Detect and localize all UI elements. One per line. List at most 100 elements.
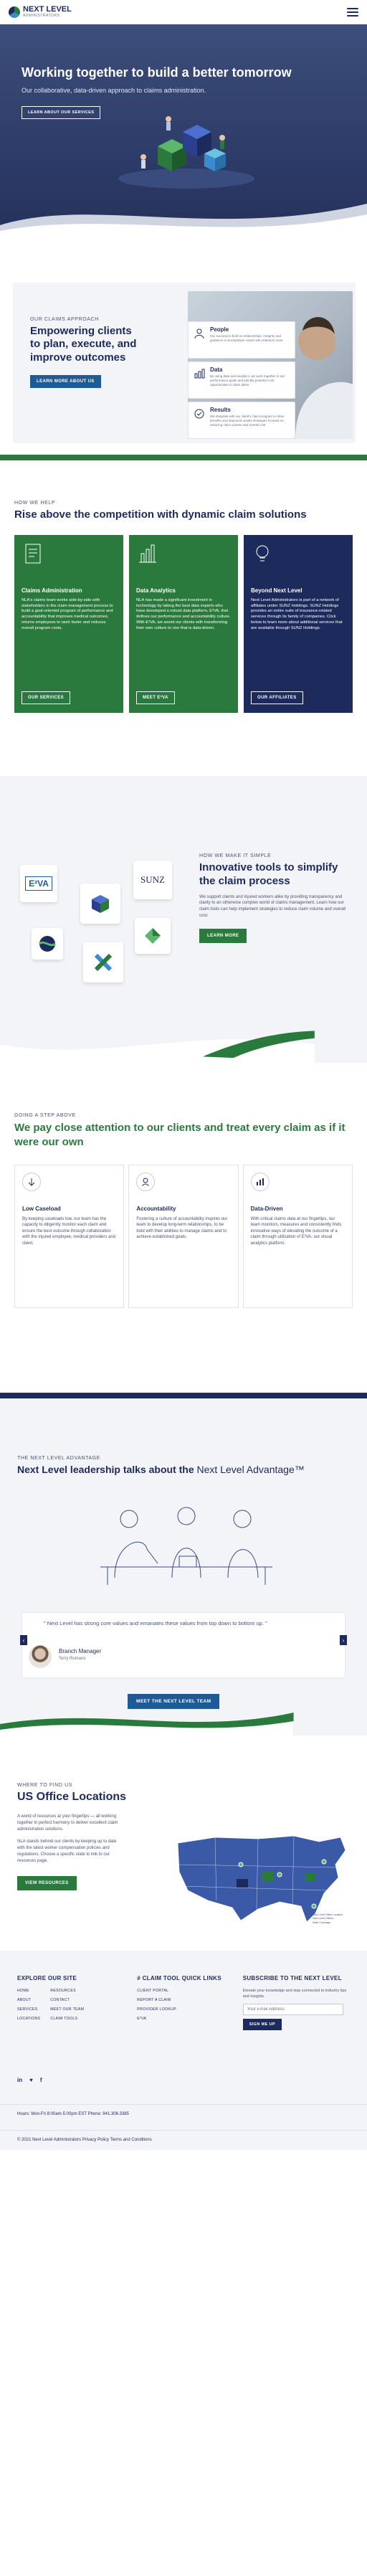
hero-subtitle: Our collaborative, data-driven approach … [22,86,206,94]
accountability-card: Accountability Fostering a culture of ac… [128,1165,239,1308]
approach-item-text: By using data and analytics, we work tog… [210,374,285,387]
sunz-tool-tile[interactable]: SUNZ [133,861,172,899]
meet-e2va-button[interactable]: MEET E²VA [136,691,175,704]
approach-item-title: Data [210,366,223,373]
testimonial-next-arrow[interactable]: › [340,1635,347,1645]
approach-item-text: We integrate with our client's claim pro… [210,415,285,427]
business-hours: Hours: Mon-Fri 8:00am-5:00pm EST Phone: … [0,2104,367,2123]
facebook-icon[interactable]: f [40,2077,42,2083]
avatar [29,1645,52,1668]
hero-section: Working together to build a better tomor… [0,24,367,240]
tools-wave [0,1031,315,1063]
data-analytics-card: Data Analytics NLA has made a significan… [129,534,238,713]
data-driven-card: Data-Driven With critical claims data at… [242,1165,353,1308]
footer-explore: EXPLORE OUR SITE HOME ABOUT SERVICES LOC… [17,1975,124,2030]
footer-link-claim-tools[interactable]: CLAIM TOOLS [50,2017,84,2021]
attention-eyebrow: GOING A STEP ABOVE [14,1113,76,1118]
how-we-help-section: HOW WE HELP Rise above the competition w… [0,460,367,776]
cube-tool-tile[interactable] [80,884,120,924]
cube-icon [92,895,109,913]
card-text: Fostering a culture of accountability in… [136,1217,228,1240]
logo-subtitle: ADMINISTRATORS [23,14,60,18]
card-title: Beyond Next Level [251,587,302,594]
sunz-logo: SUNZ [140,874,165,885]
our-affiliates-button[interactable]: OUR AFFILIATES [251,691,303,704]
footer-link-about[interactable]: ABOUT [17,1998,40,2002]
people-icon [194,328,204,339]
our-services-button[interactable]: OUR SERVICES [22,691,71,704]
social-links: in ♥ f [17,2077,42,2083]
beyond-next-level-card: Beyond Next Level Next Level Administrat… [244,534,353,713]
x-tool-tile[interactable] [83,942,123,982]
card-text: Next Level Administrators is part of a n… [251,597,343,630]
learn-more-about-us-button[interactable]: LEARN MORE ABOUT US [30,374,101,388]
diamond-icon [145,928,161,944]
approach-section: OUR CLAIMS APPROACH Empowering clients t… [0,240,367,455]
sign-up-button[interactable]: SIGN ME UP [242,2019,282,2031]
e2va-logo: E²VA [25,876,52,891]
approach-eyebrow: OUR CLAIMS APPROACH [30,317,99,322]
footer-link-home[interactable]: HOME [17,1989,40,1993]
footer-link-report-claim[interactable]: REPORT A CLAIM [137,1998,229,2002]
offices-text-2: NLA stands behind our clients by keeping… [17,1839,117,1863]
caseload-icon [22,1173,41,1191]
hamburger-menu-icon[interactable] [347,7,358,16]
footer-link-locations[interactable]: LOCATIONS [17,2017,40,2021]
accountability-icon [136,1173,156,1191]
testimonial-prev-arrow[interactable]: ‹ [20,1635,27,1645]
footer-link-client-portal[interactable]: CLIENT PORTAL [137,1989,229,1993]
approach-item-text: Our success is built on relationships. I… [210,334,284,343]
map-legend: Next Level Office Location Next Level Of… [313,1913,343,1924]
copyright: © 2021 Next Level Administrators Privacy… [0,2130,367,2150]
diamond-tool-tile[interactable] [135,918,171,954]
approach-title: Empowering clients to plan, execute, and… [30,325,137,364]
e2va-tool-tile[interactable]: E²VA [20,865,57,902]
card-text: NLA's claims team works side-by-side wit… [22,597,113,630]
heart-icon[interactable]: ♥ [29,2077,33,2083]
footer-link-contact[interactable]: CONTACT [50,1998,84,2002]
x-mark-icon [94,953,113,972]
leadership-title: Next Level leadership talks about the Ne… [17,1464,305,1475]
hero-title: Working together to build a better tomor… [22,65,292,80]
testimonial-person-title: Branch Manager [59,1648,102,1654]
approach-item-title: People [210,326,229,333]
footer-link-team[interactable]: MEET OUR TEAM [50,2007,84,2012]
footer-link-resources[interactable]: RESOURCES [50,1989,84,1993]
globe-icon [38,936,57,952]
step-above-section: GOING A STEP ABOVE We pay close attentio… [0,1063,367,1393]
globe-tool-tile[interactable] [32,928,63,960]
learn-services-button[interactable]: LEARN ABOUT OUR SERVICES [22,105,101,119]
leadership-eyebrow: THE NEXT LEVEL ADVANTAGE [17,1456,101,1461]
tools-eyebrow: HOW WE MAKE IT SIMPLE [199,853,272,858]
office-locations-section: WHERE TO FIND US US Office Locations A w… [0,1736,367,1951]
data-driven-icon [250,1173,270,1191]
subscribe-text: Elevate your knowledge and stay connecte… [242,1989,347,1999]
card-text: NLA has made a significant investment in… [136,597,231,630]
view-resources-button[interactable]: VIEW RESOURCES [17,1876,77,1890]
approach-item-people: People Our success is built on relations… [188,321,295,359]
learn-more-button[interactable]: LEARN MORE [199,929,247,944]
document-icon [25,544,41,564]
testimonial-quote: " Next Level has strong core values and … [44,1620,267,1626]
data-chart-icon [194,369,205,379]
low-caseload-card: Low Caseload By keeping caseloads low, o… [14,1165,125,1308]
lightbulb-icon [256,545,269,562]
leadership-wave [0,1713,294,1736]
logo[interactable]: NEXT LEVEL ADMINISTRATORS [9,6,72,18]
logo-title: NEXT LEVEL [23,5,72,14]
help-eyebrow: HOW WE HELP [14,501,56,506]
footer-link-e2va[interactable]: E²VA [137,2017,229,2021]
footer-subscribe-title: SUBSCRIBE TO THE NEXT LEVEL [242,1975,342,1981]
offices-title: US Office Locations [17,1791,127,1803]
tools-text: We support clients and injured workers a… [199,894,346,918]
footer-link-services[interactable]: SERVICES [17,2007,40,2012]
help-title: Rise above the competition with dynamic … [14,508,307,521]
site-footer: EXPLORE OUR SITE HOME ABOUT SERVICES LOC… [0,1951,367,2150]
footer-link-provider-lookup[interactable]: PROVIDER LOOKUP [137,2007,229,2012]
linkedin-icon[interactable]: in [17,2077,22,2083]
email-field[interactable] [242,2004,343,2016]
tools-title: Innovative tools to simplify the claim p… [199,861,338,887]
site-header: NEXT LEVEL ADMINISTRATORS [0,0,367,24]
card-title: Data-Driven [250,1206,283,1212]
testimonial-card: " Next Level has strong core values and … [22,1612,345,1678]
